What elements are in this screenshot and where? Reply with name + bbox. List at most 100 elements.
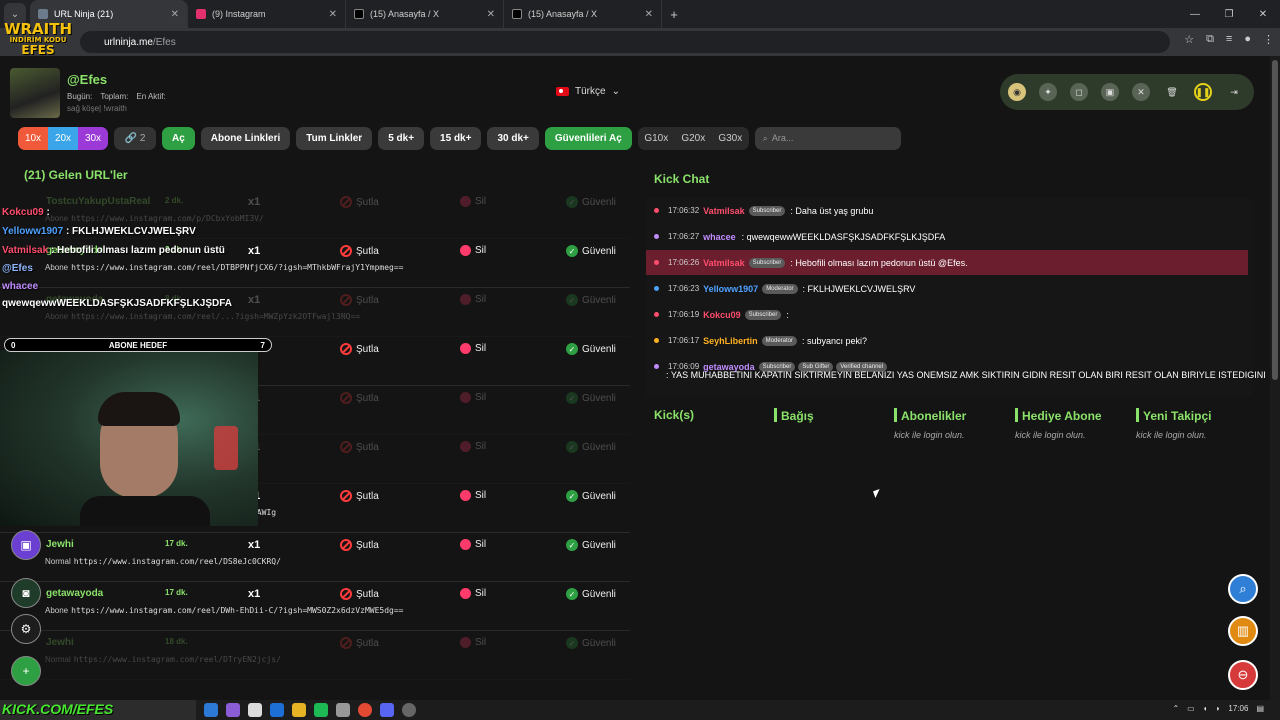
close-tab-icon[interactable]: ✕ <box>171 9 179 20</box>
tab-x-2[interactable]: (15) Anasayfa / X ✕ <box>504 0 662 28</box>
gift-fab-icon[interactable]: ▥ <box>1228 616 1258 646</box>
safe-button[interactable]: ✓ Güvenli <box>566 343 616 355</box>
filter-5min[interactable]: 5 dk+ <box>378 126 425 150</box>
strike-button[interactable]: Şutla <box>340 245 379 257</box>
delete-button[interactable]: Sil <box>460 294 486 305</box>
app-icon[interactable] <box>336 703 350 717</box>
bookmark-star-icon[interactable]: ☆ <box>1184 33 1194 46</box>
remove-user-fab-icon[interactable]: ⊖ <box>1228 660 1258 690</box>
url-link[interactable]: Abone https://www.instagram.com/reel/DWh-… <box>45 606 403 615</box>
tray-chevron-icon[interactable]: ⌃ <box>1172 704 1179 713</box>
close-tab-icon[interactable]: ✕ <box>645 9 653 20</box>
pause-icon[interactable]: ❚❚ <box>1194 83 1212 101</box>
address-bar[interactable]: urlninja.me /Efes <box>80 31 1170 53</box>
message-user[interactable]: Vatmilsak <box>703 258 745 268</box>
url-link[interactable]: Normal https://www.instagram.com/reel/DTr… <box>45 655 281 664</box>
twitter-icon[interactable]: ✦ <box>1039 83 1057 101</box>
close-tab-icon[interactable]: ✕ <box>329 9 337 20</box>
safe-button[interactable]: ✓ Güvenli <box>566 441 616 453</box>
logout-icon[interactable]: ⇥ <box>1225 83 1243 101</box>
delete-button[interactable]: Sil <box>460 245 486 256</box>
add-user-icon[interactable]: + <box>11 656 41 686</box>
cookie-icon[interactable]: ◉ <box>1008 83 1026 101</box>
link-count-button[interactable]: 🔗 2 <box>114 126 156 150</box>
group-g20x[interactable]: G20x <box>675 127 712 150</box>
strike-button[interactable]: Şutla <box>340 490 379 502</box>
safe-button[interactable]: ✓ Güvenli <box>566 588 616 600</box>
store-icon[interactable] <box>248 703 262 717</box>
clock[interactable]: 17:06 <box>1228 704 1248 713</box>
multiplier-10x[interactable]: 10x <box>18 126 48 150</box>
message-user[interactable]: SeyhLibertin <box>703 336 758 346</box>
url-link[interactable]: Abone https://www.instagram.com/reel/...?… <box>45 312 360 321</box>
open-button[interactable]: Aç <box>162 126 195 150</box>
notifications-icon[interactable]: ▤ <box>1256 704 1264 713</box>
twitch-side-icon[interactable]: ▣ <box>11 530 41 560</box>
close-tab-icon[interactable]: ✕ <box>487 9 495 20</box>
all-links-button[interactable]: Tum Linkler <box>296 126 373 150</box>
strike-button[interactable]: Şutla <box>340 294 379 306</box>
kick-side-icon[interactable]: ◙ <box>11 578 41 608</box>
page-scrollbar[interactable] <box>1270 56 1280 700</box>
url-link[interactable]: Normal https://www.instagram.com/reel/DS8… <box>45 557 281 566</box>
filter-15min[interactable]: 15 dk+ <box>430 126 482 150</box>
language-selector[interactable]: Türkçe ⌄ <box>556 86 620 97</box>
extensions-icon[interactable]: ⧉ <box>1206 33 1214 46</box>
settings-gear-icon[interactable]: ⚙ <box>11 614 41 644</box>
message-user[interactable]: Vatmilsak <box>703 206 745 216</box>
tab-x-1[interactable]: (15) Anasayfa / X ✕ <box>346 0 504 28</box>
safe-button[interactable]: ✓ Güvenli <box>566 392 616 404</box>
strike-button[interactable]: Şutla <box>340 392 379 404</box>
open-safe-button[interactable]: Güvenlileri Aç <box>544 126 632 150</box>
discord-icon[interactable] <box>380 703 394 717</box>
delete-button[interactable]: Sil <box>460 392 486 403</box>
message-user[interactable]: Yelloww1907 <box>703 284 758 294</box>
safe-button[interactable]: ✓ Güvenli <box>566 294 616 306</box>
delete-button[interactable]: Sil <box>460 637 486 648</box>
profile-icon[interactable]: ● <box>1244 33 1251 46</box>
instagram-icon[interactable]: ◻ <box>1070 83 1088 101</box>
delete-button[interactable]: Sil <box>460 490 486 501</box>
menu-icon[interactable]: ⋮ <box>1263 33 1274 46</box>
trash-icon[interactable]: 🗑 <box>1163 83 1181 101</box>
twitch-icon[interactable]: ▣ <box>1101 83 1119 101</box>
network-icon[interactable]: ▭ <box>1187 704 1195 713</box>
subscriber-links-button[interactable]: Abone Linkleri <box>200 126 291 150</box>
edge-icon[interactable] <box>204 703 218 717</box>
delete-button[interactable]: Sil <box>460 196 486 207</box>
strike-button[interactable]: Şutla <box>340 637 379 649</box>
explorer-icon[interactable] <box>292 703 306 717</box>
outlook-icon[interactable] <box>270 703 284 717</box>
delete-button[interactable]: Sil <box>460 343 486 354</box>
safe-button[interactable]: ✓ Güvenli <box>566 196 616 208</box>
strike-button[interactable]: Şutla <box>340 588 379 600</box>
group-g30x[interactable]: G30x <box>712 127 749 150</box>
spotify-icon[interactable] <box>314 703 328 717</box>
strike-button[interactable]: Şutla <box>340 196 379 208</box>
message-user[interactable]: Kokcu09 <box>703 310 741 320</box>
search-input[interactable]: ⌕ Ara... <box>754 126 901 150</box>
obs-icon[interactable] <box>402 703 416 717</box>
x-icon[interactable]: ✕ <box>1132 83 1150 101</box>
new-tab-button[interactable]: + <box>662 7 686 22</box>
multiplier-20x[interactable]: 20x <box>48 126 78 150</box>
url-link[interactable]: Abone https://www.instagram.com/p/DCbxYob… <box>45 214 264 223</box>
safe-button[interactable]: ✓ Güvenli <box>566 490 616 502</box>
minimize-icon[interactable]: — <box>1178 0 1212 28</box>
strike-button[interactable]: Şutla <box>340 441 379 453</box>
safe-button[interactable]: ✓ Güvenli <box>566 245 616 257</box>
search-fab-icon[interactable]: ⌕ <box>1228 574 1258 604</box>
filter-30min[interactable]: 30 dk+ <box>487 126 539 150</box>
safe-button[interactable]: ✓ Güvenli <box>566 539 616 551</box>
volume-icon[interactable]: ◗ <box>1216 704 1221 713</box>
message-user[interactable]: whacee <box>703 232 736 242</box>
delete-button[interactable]: Sil <box>460 588 486 599</box>
strike-button[interactable]: Şutla <box>340 539 379 551</box>
restore-icon[interactable]: ❐ <box>1212 0 1246 28</box>
safe-button[interactable]: ✓ Güvenli <box>566 637 616 649</box>
multiplier-30x[interactable]: 30x <box>78 126 108 150</box>
media-icon[interactable]: ≡ <box>1226 33 1232 46</box>
group-g10x[interactable]: G10x <box>638 127 675 150</box>
delete-button[interactable]: Sil <box>460 539 486 550</box>
url-link[interactable]: Abone https://www.instagram.com/reel/DTBP… <box>45 263 403 272</box>
